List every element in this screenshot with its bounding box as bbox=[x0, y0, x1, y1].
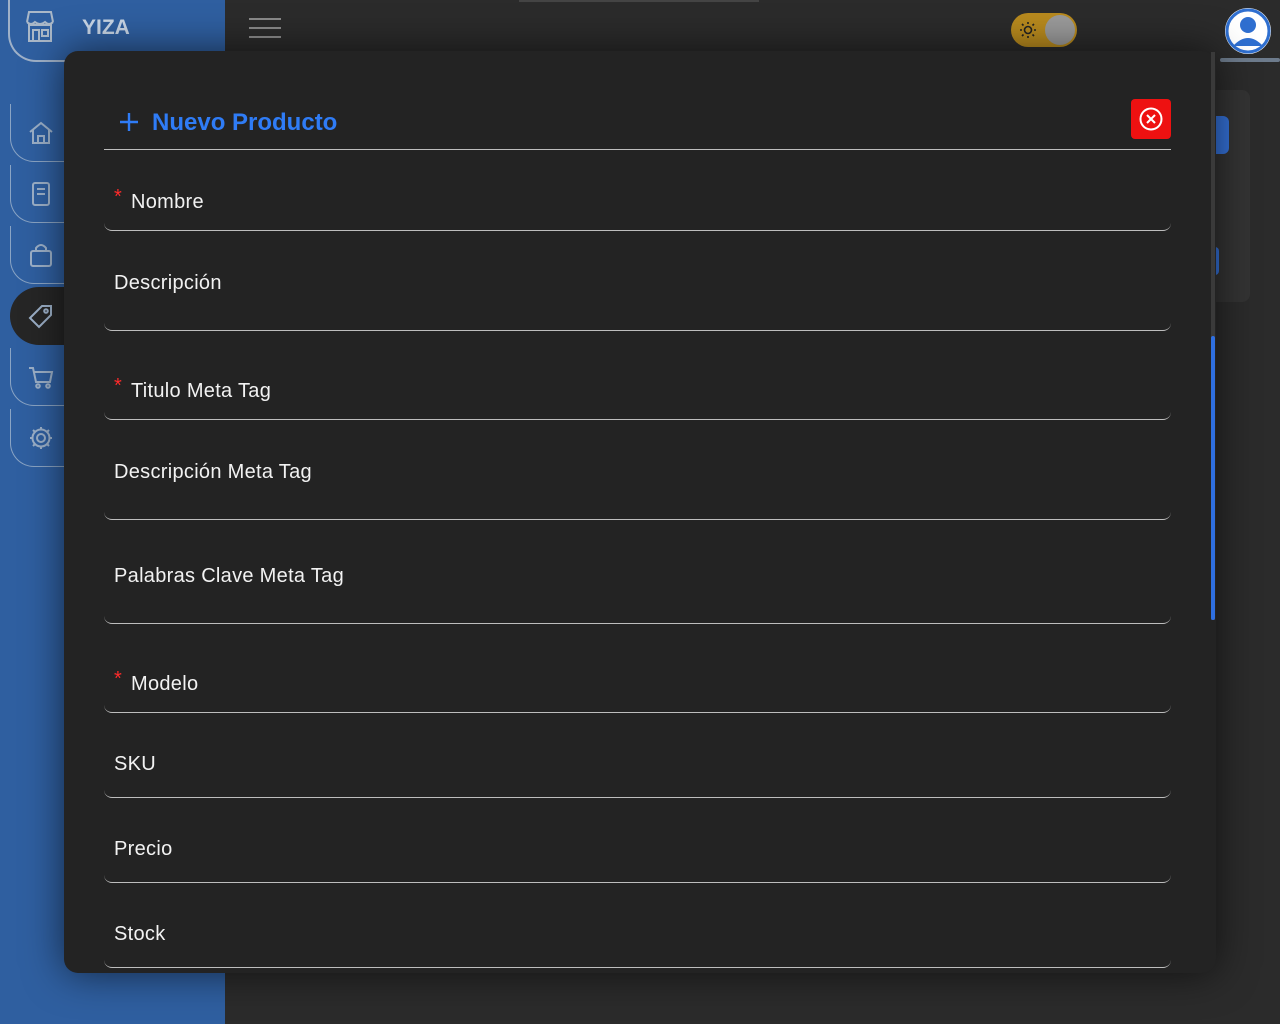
avatar-underline bbox=[1220, 58, 1280, 62]
modal-header: Nuevo Producto bbox=[104, 99, 1171, 150]
sidebar-item-documents[interactable] bbox=[10, 165, 70, 223]
descripcion-meta-tag-field[interactable]: Descripción Meta Tag bbox=[104, 420, 1171, 520]
descripcion-field[interactable]: Descripción bbox=[104, 231, 1171, 331]
sidebar-item-products[interactable] bbox=[10, 287, 70, 345]
theme-toggle[interactable] bbox=[1011, 13, 1077, 47]
sun-icon bbox=[1020, 22, 1036, 38]
sidebar-item-cart[interactable] bbox=[10, 348, 70, 406]
field-label: Titulo Meta Tag bbox=[131, 380, 272, 402]
modal-scrollbar-thumb[interactable] bbox=[1211, 336, 1215, 620]
store-icon bbox=[26, 11, 54, 42]
nombre-field[interactable]: * Nombre bbox=[104, 161, 1171, 231]
precio-field[interactable]: Precio bbox=[104, 798, 1171, 883]
sidebar-item-home[interactable] bbox=[10, 104, 70, 162]
titulo-meta-tag-field[interactable]: * Titulo Meta Tag bbox=[104, 331, 1171, 420]
field-label: Descripción Meta Tag bbox=[114, 461, 312, 483]
top-divider bbox=[519, 0, 759, 2]
new-product-modal: Nuevo Producto * Nombre Descripción * Ti… bbox=[64, 51, 1216, 973]
gear-icon bbox=[30, 426, 52, 449]
field-label: Stock bbox=[114, 923, 166, 945]
menu-toggle-button[interactable] bbox=[249, 18, 281, 42]
field-label: Modelo bbox=[131, 673, 199, 695]
required-marker: * bbox=[114, 668, 122, 690]
modal-title: Nuevo Producto bbox=[152, 109, 338, 136]
user-avatar-icon bbox=[1225, 8, 1271, 54]
user-avatar-button[interactable] bbox=[1225, 8, 1271, 54]
sidebar-item-shop[interactable] bbox=[10, 226, 70, 284]
close-button[interactable] bbox=[1131, 99, 1171, 139]
tag-icon bbox=[28, 305, 52, 329]
plus-icon bbox=[120, 113, 138, 131]
field-label: SKU bbox=[114, 753, 157, 775]
palabras-clave-meta-tag-field[interactable]: Palabras Clave Meta Tag bbox=[104, 520, 1171, 624]
menu-icon-line bbox=[249, 36, 281, 38]
field-label: Palabras Clave Meta Tag bbox=[114, 565, 344, 587]
field-label: Nombre bbox=[131, 191, 204, 213]
toggle-knob bbox=[1045, 15, 1075, 45]
menu-icon-line bbox=[249, 18, 281, 20]
stock-field[interactable]: Stock bbox=[104, 883, 1171, 968]
modelo-field[interactable]: * Modelo bbox=[104, 624, 1171, 713]
sidebar-item-settings[interactable] bbox=[10, 409, 70, 467]
field-label: Precio bbox=[114, 838, 173, 860]
document-icon bbox=[32, 181, 50, 206]
required-marker: * bbox=[114, 375, 122, 397]
close-icon bbox=[1139, 107, 1163, 131]
home-icon bbox=[29, 121, 53, 144]
bag-icon bbox=[30, 243, 52, 267]
cart-icon bbox=[29, 366, 54, 389]
brand-name: YIZA bbox=[82, 16, 130, 39]
field-label: Descripción bbox=[114, 272, 222, 294]
sku-field[interactable]: SKU bbox=[104, 713, 1171, 798]
required-marker: * bbox=[114, 186, 122, 208]
menu-icon-line bbox=[249, 27, 281, 29]
